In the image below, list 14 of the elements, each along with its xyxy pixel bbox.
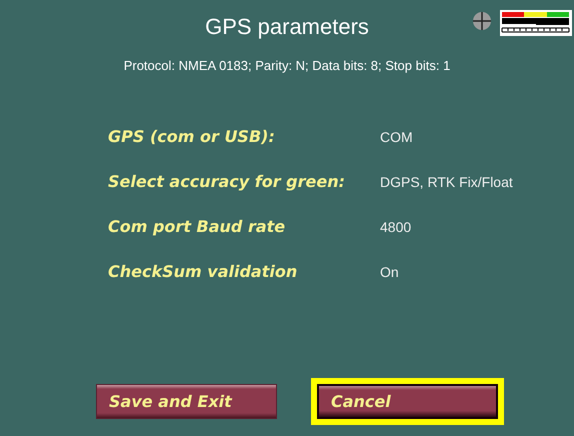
parameter-label: GPS (com or USB): [107,127,276,146]
protocol-info: Protocol: NMEA 0183; Parity: N; Data bits: 8; Stop bits: 1 [124,58,450,73]
signal-meter-icon [500,10,572,36]
parameter-value[interactable]: COM [380,128,413,144]
crosshair-icon [472,11,492,31]
save-button[interactable]: Save and Exit [96,384,277,419]
screen-title: GPS parameters [205,14,369,40]
parameter-value[interactable]: On [380,264,399,280]
parameter-value[interactable]: 4800 [380,218,412,234]
cancel-button[interactable]: Cancel [317,384,498,419]
parameter-label: Com port Baud rate [107,217,286,236]
parameter-value[interactable]: DGPS, RTK Fix/Float [380,174,513,190]
parameter-label: Select accuracy for green: [107,172,346,191]
parameter-label: CheckSum validation [107,262,298,281]
